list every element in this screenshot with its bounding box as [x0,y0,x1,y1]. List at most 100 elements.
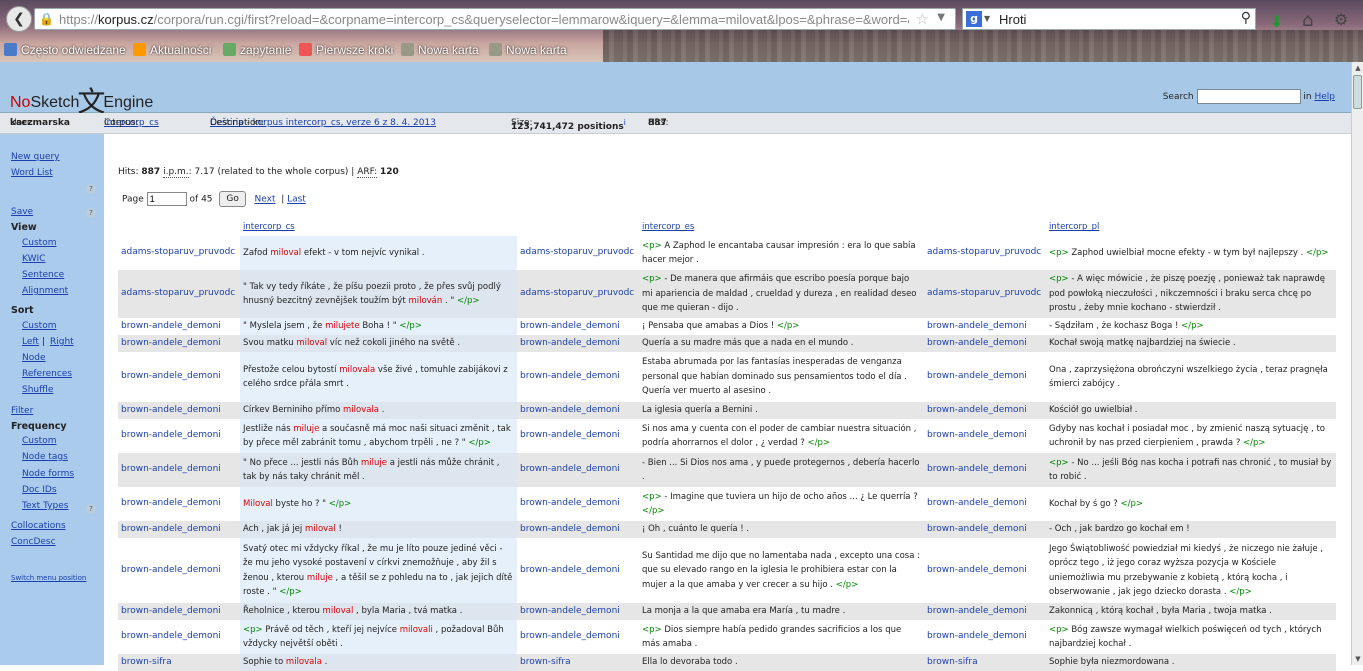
freq-custom-link[interactable]: Custom [22,436,56,446]
page-number-input[interactable] [146,192,187,206]
scroll-down-icon[interactable]: ▼ [1352,653,1363,665]
tools-icon[interactable]: ⚙ [1334,10,1348,29]
bookmark-item[interactable]: Nowa karta [401,43,479,57]
url-bar[interactable]: 🔒 https://korpus.cz/corpora/run.cgi/firs… [34,8,956,30]
view-custom-link[interactable]: Custom [22,238,56,248]
sort-left-link[interactable]: Left [22,337,39,347]
doc-reference[interactable]: brown-andele_demoni [924,335,1046,352]
home-icon[interactable]: ⌂ [1302,10,1313,31]
search-engine-dropdown-icon[interactable]: ▼ [984,14,990,23]
help-icon[interactable]: ? [86,184,96,194]
switch-menu-position-link[interactable]: Switch menu position [11,574,86,582]
doc-reference[interactable]: brown-andele_demoni [924,402,1046,419]
doc-reference[interactable]: brown-andele_demoni [517,335,639,352]
keyword-match[interactable]: milujete [325,321,360,331]
sort-references-link[interactable]: References [22,369,72,379]
doc-reference[interactable]: brown-sifra [118,654,240,671]
help-icon[interactable]: ? [86,504,96,514]
doc-reference[interactable]: brown-andele_demoni [118,419,240,453]
doc-reference[interactable]: brown-andele_demoni [517,402,639,419]
sort-node-link[interactable]: Node [22,353,46,363]
doc-reference[interactable]: brown-andele_demoni [924,620,1046,654]
view-alignment-link[interactable]: Alignment [22,286,68,296]
doc-reference[interactable]: brown-andele_demoni [517,487,639,521]
last-page-link[interactable]: Last [287,195,306,205]
doc-reference[interactable]: brown-andele_demoni [517,453,639,487]
keyword-match[interactable]: miluje [307,573,333,583]
bookmark-item[interactable]: Często odwiedzane [4,43,126,57]
go-button[interactable]: Go [219,191,246,207]
doc-reference[interactable]: brown-andele_demoni [517,603,639,620]
search-icon[interactable]: ⚲ [1241,10,1251,26]
browser-search-bar[interactable]: g ▼ Hroti ⚲ [962,8,1256,30]
keyword-match[interactable]: miloval [270,248,301,258]
column-header-pl[interactable]: intercorp_pl [1049,222,1099,232]
sort-shuffle-link[interactable]: Shuffle [22,385,53,395]
keyword-match[interactable]: milovala [339,365,375,375]
doc-reference[interactable]: brown-andele_demoni [118,487,240,521]
bookmark-item[interactable]: Pierwsze kroki [299,43,393,57]
help-link[interactable]: Help [1314,92,1335,102]
freq-node-tags-link[interactable]: Node tags [22,452,68,462]
doc-reference[interactable]: brown-andele_demoni [924,521,1046,538]
collocations-link[interactable]: Collocations [11,521,66,531]
doc-reference[interactable]: brown-andele_demoni [924,352,1046,402]
doc-reference[interactable]: adams-stoparuv_pruvodc [118,236,240,270]
scroll-thumb[interactable] [1353,75,1362,109]
doc-reference[interactable]: brown-andele_demoni [517,318,639,335]
sort-right-link[interactable]: Right [50,337,74,347]
keyword-match[interactable]: milovali [400,625,433,635]
doc-reference[interactable]: brown-andele_demoni [118,521,240,538]
view-sentence-link[interactable]: Sentence [22,270,64,280]
keyword-match[interactable]: miloval [296,338,327,348]
keyword-match[interactable]: milován [408,296,442,306]
doc-reference[interactable]: brown-andele_demoni [118,603,240,620]
bookmark-item[interactable]: Nowa karta [489,43,567,57]
site-search-input[interactable] [1196,89,1301,104]
browser-search-input[interactable]: Hroti [999,12,1026,27]
nosketch-logo[interactable]: NoSketch文Engine [10,76,153,118]
doc-reference[interactable]: adams-stoparuv_pruvodc [118,270,240,318]
doc-reference[interactable]: brown-andele_demoni [118,335,240,352]
new-query-link[interactable]: New query [11,152,59,162]
doc-reference[interactable]: brown-andele_demoni [118,318,240,335]
view-kwic-link[interactable]: KWIC [22,254,45,264]
doc-reference[interactable]: brown-andele_demoni [118,538,240,603]
doc-reference[interactable]: brown-andele_demoni [118,352,240,402]
doc-reference[interactable]: adams-stoparuv_pruvodc [517,270,639,318]
doc-reference[interactable]: brown-andele_demoni [924,487,1046,521]
keyword-match[interactable]: milovala [286,657,322,667]
doc-reference[interactable]: brown-andele_demoni [517,419,639,453]
doc-reference[interactable]: brown-andele_demoni [517,352,639,402]
doc-reference[interactable]: adams-stoparuv_pruvodc [924,270,1046,318]
keyword-match[interactable]: miluje [293,424,319,434]
doc-reference[interactable]: brown-andele_demoni [924,318,1046,335]
bookmark-item[interactable]: zapytanie [223,43,291,57]
doc-reference[interactable]: brown-andele_demoni [924,453,1046,487]
doc-reference[interactable]: brown-andele_demoni [924,419,1046,453]
doc-reference[interactable]: brown-andele_demoni [517,521,639,538]
column-header-es[interactable]: intercorp_es [642,222,694,232]
doc-reference[interactable]: brown-andele_demoni [118,453,240,487]
doc-reference[interactable]: brown-sifra [924,654,1046,671]
word-list-link[interactable]: Word List [11,168,53,178]
doc-reference[interactable]: adams-stoparuv_pruvodc [924,236,1046,270]
next-page-link[interactable]: Next [255,195,276,205]
help-icon[interactable]: ? [86,208,96,218]
doc-reference[interactable]: adams-stoparuv_pruvodc [517,236,639,270]
doc-reference[interactable]: brown-sifra [517,654,639,671]
doc-reference[interactable]: brown-andele_demoni [924,538,1046,603]
back-button[interactable]: ❮ [6,6,32,32]
column-header-cs[interactable]: intercorp_cs [243,222,295,232]
save-link[interactable]: Save [11,207,33,217]
freq-text-types-link[interactable]: Text Types [22,501,68,511]
keyword-match[interactable]: miloval [305,524,336,534]
keyword-match[interactable]: miluje [361,458,387,468]
filter-link[interactable]: Filter [11,406,33,416]
bookmark-star-icon[interactable]: ☆ [916,10,929,28]
doc-reference[interactable]: brown-andele_demoni [118,402,240,419]
doc-reference[interactable]: brown-andele_demoni [118,620,240,654]
bookmark-item[interactable]: Aktualności [133,43,211,57]
keyword-match[interactable]: miloval [323,606,354,616]
doc-reference[interactable]: brown-andele_demoni [924,603,1046,620]
